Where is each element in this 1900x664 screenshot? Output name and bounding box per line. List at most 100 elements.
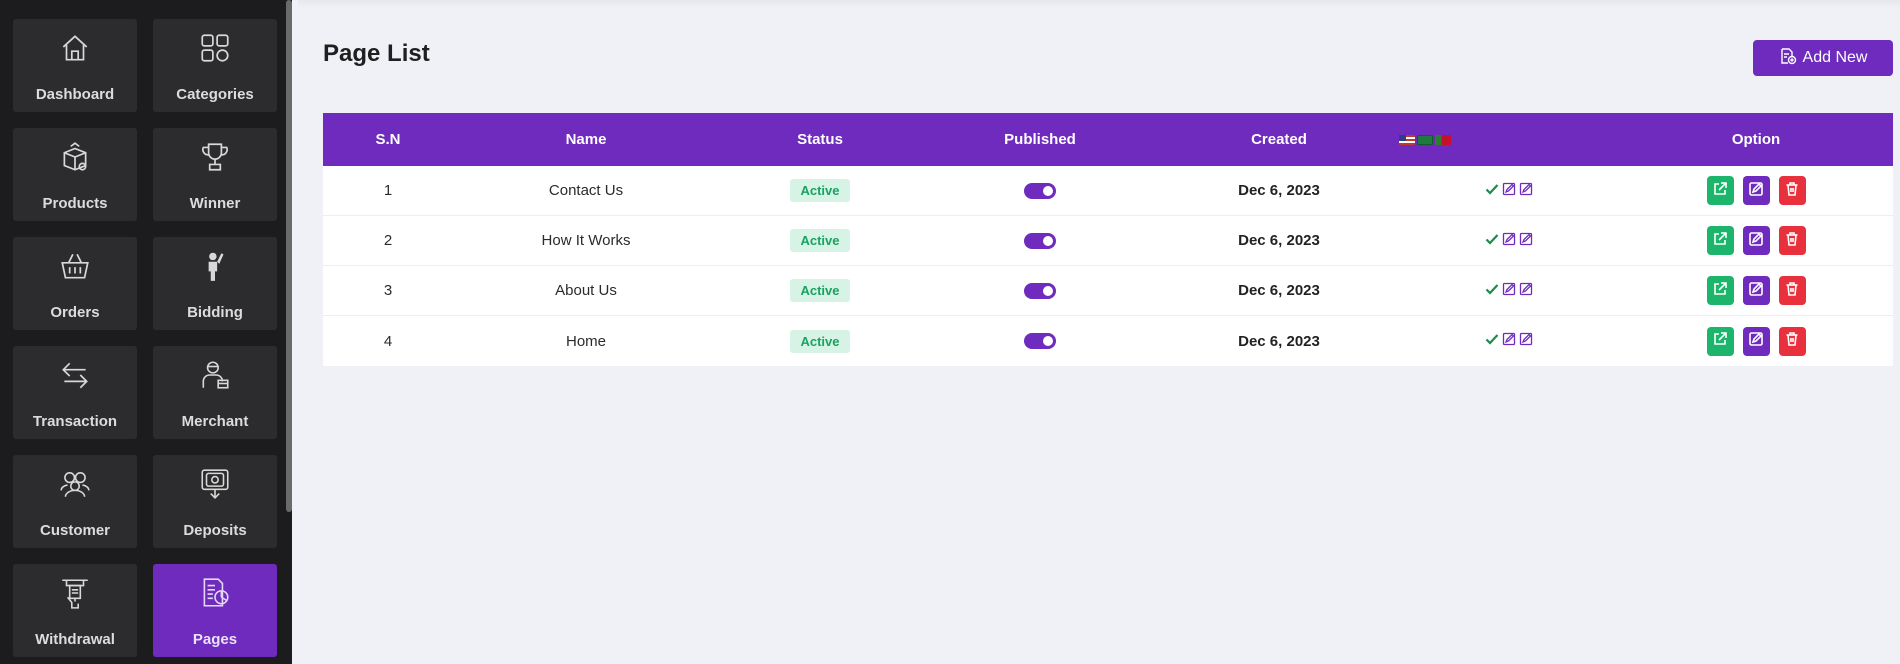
cell-published bbox=[921, 232, 1159, 249]
sidebar-item-label: Deposits bbox=[183, 522, 247, 539]
cell-options bbox=[1619, 276, 1893, 305]
trophy-icon bbox=[197, 139, 233, 175]
withdraw-icon bbox=[57, 575, 93, 611]
published-toggle[interactable] bbox=[1024, 282, 1056, 299]
edit-button[interactable] bbox=[1742, 326, 1770, 356]
arrows-exchange-icon bbox=[57, 357, 93, 393]
edit-translation-icon[interactable] bbox=[1502, 182, 1516, 200]
cell-published bbox=[921, 282, 1159, 299]
pages-table: S.N Name Status Published Created Option… bbox=[323, 113, 1893, 366]
column-header-option: Option bbox=[1731, 131, 1781, 148]
edit-icon bbox=[1748, 181, 1764, 201]
sidebar-scrollbar[interactable] bbox=[286, 0, 292, 512]
hand-raise-icon bbox=[197, 248, 233, 284]
sidebar-item-label: Withdrawal bbox=[35, 631, 115, 648]
row-actions bbox=[1706, 176, 1806, 205]
delete-button[interactable] bbox=[1778, 176, 1806, 205]
cell-sn: 3 bbox=[383, 282, 393, 299]
sidebar-item-orders[interactable]: Orders bbox=[13, 237, 137, 330]
edit-button[interactable] bbox=[1742, 176, 1770, 205]
edit-translation-icon[interactable] bbox=[1519, 232, 1533, 250]
sidebar-item-transaction[interactable]: Transaction bbox=[13, 346, 137, 439]
table-row: 3 About Us Active Dec 6, 2023 bbox=[323, 266, 1893, 316]
column-header-created: Created bbox=[1251, 131, 1307, 148]
toggle-knob bbox=[1043, 336, 1053, 346]
sidebar-item-products[interactable]: Products bbox=[13, 128, 137, 221]
external-link-icon bbox=[1712, 181, 1728, 201]
sidebar-item-label: Categories bbox=[176, 86, 254, 103]
published-toggle[interactable] bbox=[1024, 333, 1056, 349]
view-button[interactable] bbox=[1706, 326, 1734, 356]
edit-button[interactable] bbox=[1742, 226, 1770, 255]
status-badge: Active bbox=[790, 279, 850, 302]
edit-icon bbox=[1748, 331, 1764, 351]
row-actions bbox=[1706, 326, 1806, 356]
toggle-knob bbox=[1043, 185, 1053, 196]
cell-options bbox=[1619, 176, 1893, 205]
view-button[interactable] bbox=[1706, 276, 1734, 305]
cell-name: About Us bbox=[555, 282, 617, 299]
cell-name: Contact Us bbox=[548, 182, 624, 199]
column-header-status: Status bbox=[797, 131, 843, 148]
delete-button[interactable] bbox=[1778, 226, 1806, 255]
language-status bbox=[1485, 332, 1533, 350]
language-status bbox=[1485, 232, 1533, 250]
cell-created: Dec 6, 2023 bbox=[1238, 282, 1320, 299]
cell-options bbox=[1619, 326, 1893, 356]
language-status bbox=[1485, 282, 1533, 300]
delete-button[interactable] bbox=[1778, 326, 1806, 356]
edit-translation-icon[interactable] bbox=[1502, 332, 1516, 350]
status-badge: Active bbox=[790, 229, 850, 252]
view-button[interactable] bbox=[1706, 226, 1734, 255]
external-link-icon bbox=[1712, 231, 1728, 251]
sidebar-item-pages[interactable]: Pages bbox=[153, 564, 277, 657]
edit-icon bbox=[1748, 281, 1764, 301]
grid-icon bbox=[197, 30, 233, 66]
table-body: 1 Contact Us Active Dec 6, 2023 2 How It… bbox=[323, 166, 1893, 366]
column-header-sn: S.N bbox=[375, 131, 401, 148]
sidebar-item-categories[interactable]: Categories bbox=[153, 19, 277, 112]
delete-button[interactable] bbox=[1778, 276, 1806, 305]
cell-name: How It Works bbox=[541, 232, 631, 249]
cell-name: Home bbox=[565, 332, 606, 350]
cell-created: Dec 6, 2023 bbox=[1238, 232, 1320, 249]
top-bar bbox=[298, 0, 1900, 8]
sidebar-item-label: Merchant bbox=[181, 413, 249, 430]
check-icon bbox=[1485, 332, 1499, 350]
sidebar-item-customer[interactable]: Customer bbox=[13, 455, 137, 548]
cell-created: Dec 6, 2023 bbox=[1238, 332, 1320, 350]
deposit-icon bbox=[197, 466, 233, 502]
add-new-button[interactable]: Add New bbox=[1753, 40, 1893, 76]
cell-status: Active bbox=[719, 279, 921, 302]
view-button[interactable] bbox=[1706, 176, 1734, 205]
sidebar-item-label: Dashboard bbox=[35, 86, 115, 103]
sidebar-item-dashboard[interactable]: Dashboard bbox=[13, 19, 137, 112]
edit-button[interactable] bbox=[1742, 276, 1770, 305]
column-header-name: Name bbox=[565, 131, 607, 148]
trash-icon bbox=[1784, 231, 1800, 251]
toggle-knob bbox=[1043, 235, 1053, 246]
published-toggle[interactable] bbox=[1024, 182, 1056, 199]
sidebar-item-merchant[interactable]: Merchant bbox=[153, 346, 277, 439]
status-badge: Active bbox=[790, 329, 850, 353]
sidebar-item-deposits[interactable]: Deposits bbox=[153, 455, 277, 548]
sidebar-item-withdrawal[interactable]: Withdrawal bbox=[13, 564, 137, 657]
sidebar-item-bidding[interactable]: Bidding bbox=[153, 237, 277, 330]
published-toggle[interactable] bbox=[1024, 232, 1056, 249]
basket-icon bbox=[57, 248, 93, 284]
edit-translation-icon[interactable] bbox=[1502, 282, 1516, 300]
sa-flag-icon bbox=[1417, 134, 1433, 145]
cell-sn: 4 bbox=[383, 332, 393, 350]
edit-translation-icon[interactable] bbox=[1519, 282, 1533, 300]
row-actions bbox=[1706, 276, 1806, 305]
sidebar-item-winner[interactable]: Winner bbox=[153, 128, 277, 221]
status-badge: Active bbox=[790, 179, 850, 202]
external-link-icon bbox=[1712, 281, 1728, 301]
edit-translation-icon[interactable] bbox=[1502, 232, 1516, 250]
edit-translation-icon[interactable] bbox=[1519, 182, 1533, 200]
edit-translation-icon[interactable] bbox=[1519, 332, 1533, 350]
cell-status: Active bbox=[719, 229, 921, 252]
language-flags bbox=[1399, 134, 1619, 145]
trash-icon bbox=[1784, 331, 1800, 351]
cell-sn: 1 bbox=[383, 182, 393, 199]
